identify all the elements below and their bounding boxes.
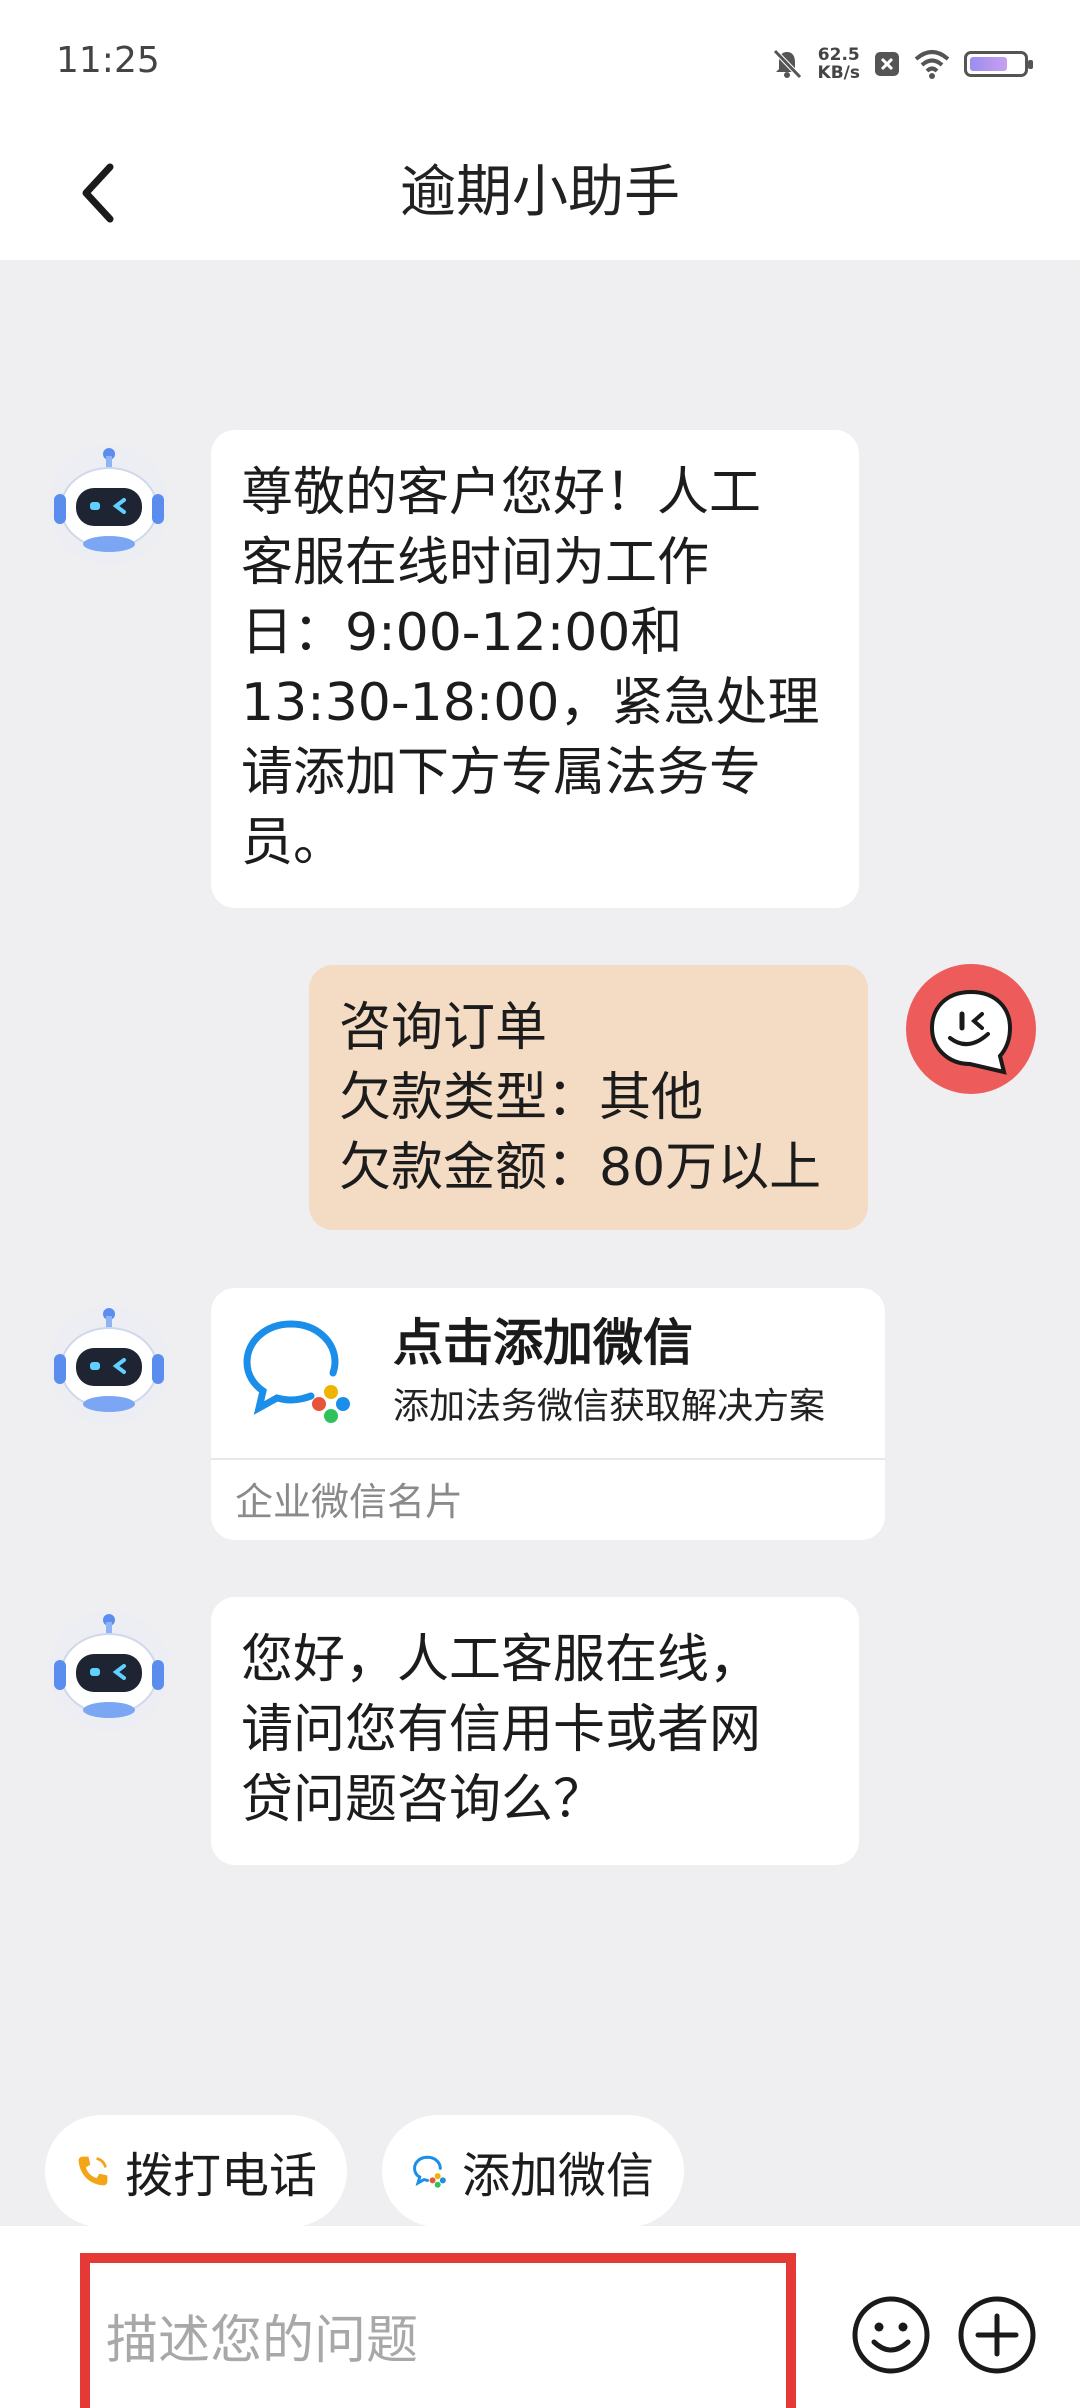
battery-icon xyxy=(964,51,1033,77)
wifi-icon xyxy=(914,50,950,79)
status-icons: 62.5 KB/s xyxy=(770,44,1033,84)
wecom-logo-icon xyxy=(243,1320,350,1423)
quick-action-wechat[interactable]: 添加微信 xyxy=(382,2115,684,2227)
close-box-icon xyxy=(875,52,899,76)
quick-action-label: 添加微信 xyxy=(461,2148,654,2204)
page-title: 逾期小助手 xyxy=(400,160,680,225)
message-text: 咨询订单 欠款类型：其他 欠款金额：80万以上 xyxy=(339,998,822,1198)
message-text: 尊敬的客户您好！人工 客服在线时间为工作 日：9:00-12:00和 13:30… xyxy=(241,463,820,873)
user-message-query: 咨询订单 欠款类型：其他 欠款金额：80万以上 xyxy=(309,965,868,1230)
user-face-icon xyxy=(929,989,1013,1075)
message-text: 您好，人工客服在线， 请问您有信用卡或者网 贷问题咨询么？ xyxy=(241,1630,762,1830)
speed-unit: KB/s xyxy=(817,63,860,83)
bot-message-welcome: 尊敬的客户您好！人工 客服在线时间为工作 日：9:00-12:00和 13:30… xyxy=(211,430,859,908)
bot-avatar-icon xyxy=(49,1611,169,1731)
composer-bar: 描述您的问题 xyxy=(0,2226,1080,2408)
status-time: 11:25 xyxy=(56,40,160,81)
card-title: 点击添加微信 xyxy=(393,1314,693,1372)
wechat-card[interactable]: 点击添加微信 添加法务微信获取解决方案 企业微信名片 xyxy=(211,1288,885,1540)
status-bar: 11:25 62.5 KB/s xyxy=(0,0,1080,125)
card-footer: 企业微信名片 xyxy=(235,1480,464,1524)
mute-bell-icon xyxy=(772,49,802,79)
card-divider xyxy=(211,1458,885,1460)
emoji-icon[interactable] xyxy=(850,2294,932,2376)
quick-action-label: 拨打电话 xyxy=(124,2148,317,2204)
message-input[interactable]: 描述您的问题 xyxy=(106,2285,770,2397)
app-header: 逾期小助手 xyxy=(0,125,1080,260)
phone-icon xyxy=(78,2156,108,2186)
plus-icon[interactable] xyxy=(956,2294,1038,2376)
bot-message-followup: 您好，人工客服在线， 请问您有信用卡或者网 贷问题咨询么？ xyxy=(211,1597,859,1865)
bot-avatar-icon xyxy=(49,1305,169,1425)
network-speed: 62.5 KB/s xyxy=(818,46,860,82)
quick-action-call[interactable]: 拨打电话 xyxy=(45,2115,347,2227)
battery-level xyxy=(970,57,1007,71)
user-avatar xyxy=(906,964,1036,1094)
bot-avatar-icon xyxy=(49,445,169,565)
message-input-frame: 描述您的问题 xyxy=(80,2253,796,2408)
speed-value: 62.5 xyxy=(817,45,860,65)
card-subtitle: 添加法务微信获取解决方案 xyxy=(393,1386,826,1427)
wechat-icon xyxy=(413,2155,446,2188)
